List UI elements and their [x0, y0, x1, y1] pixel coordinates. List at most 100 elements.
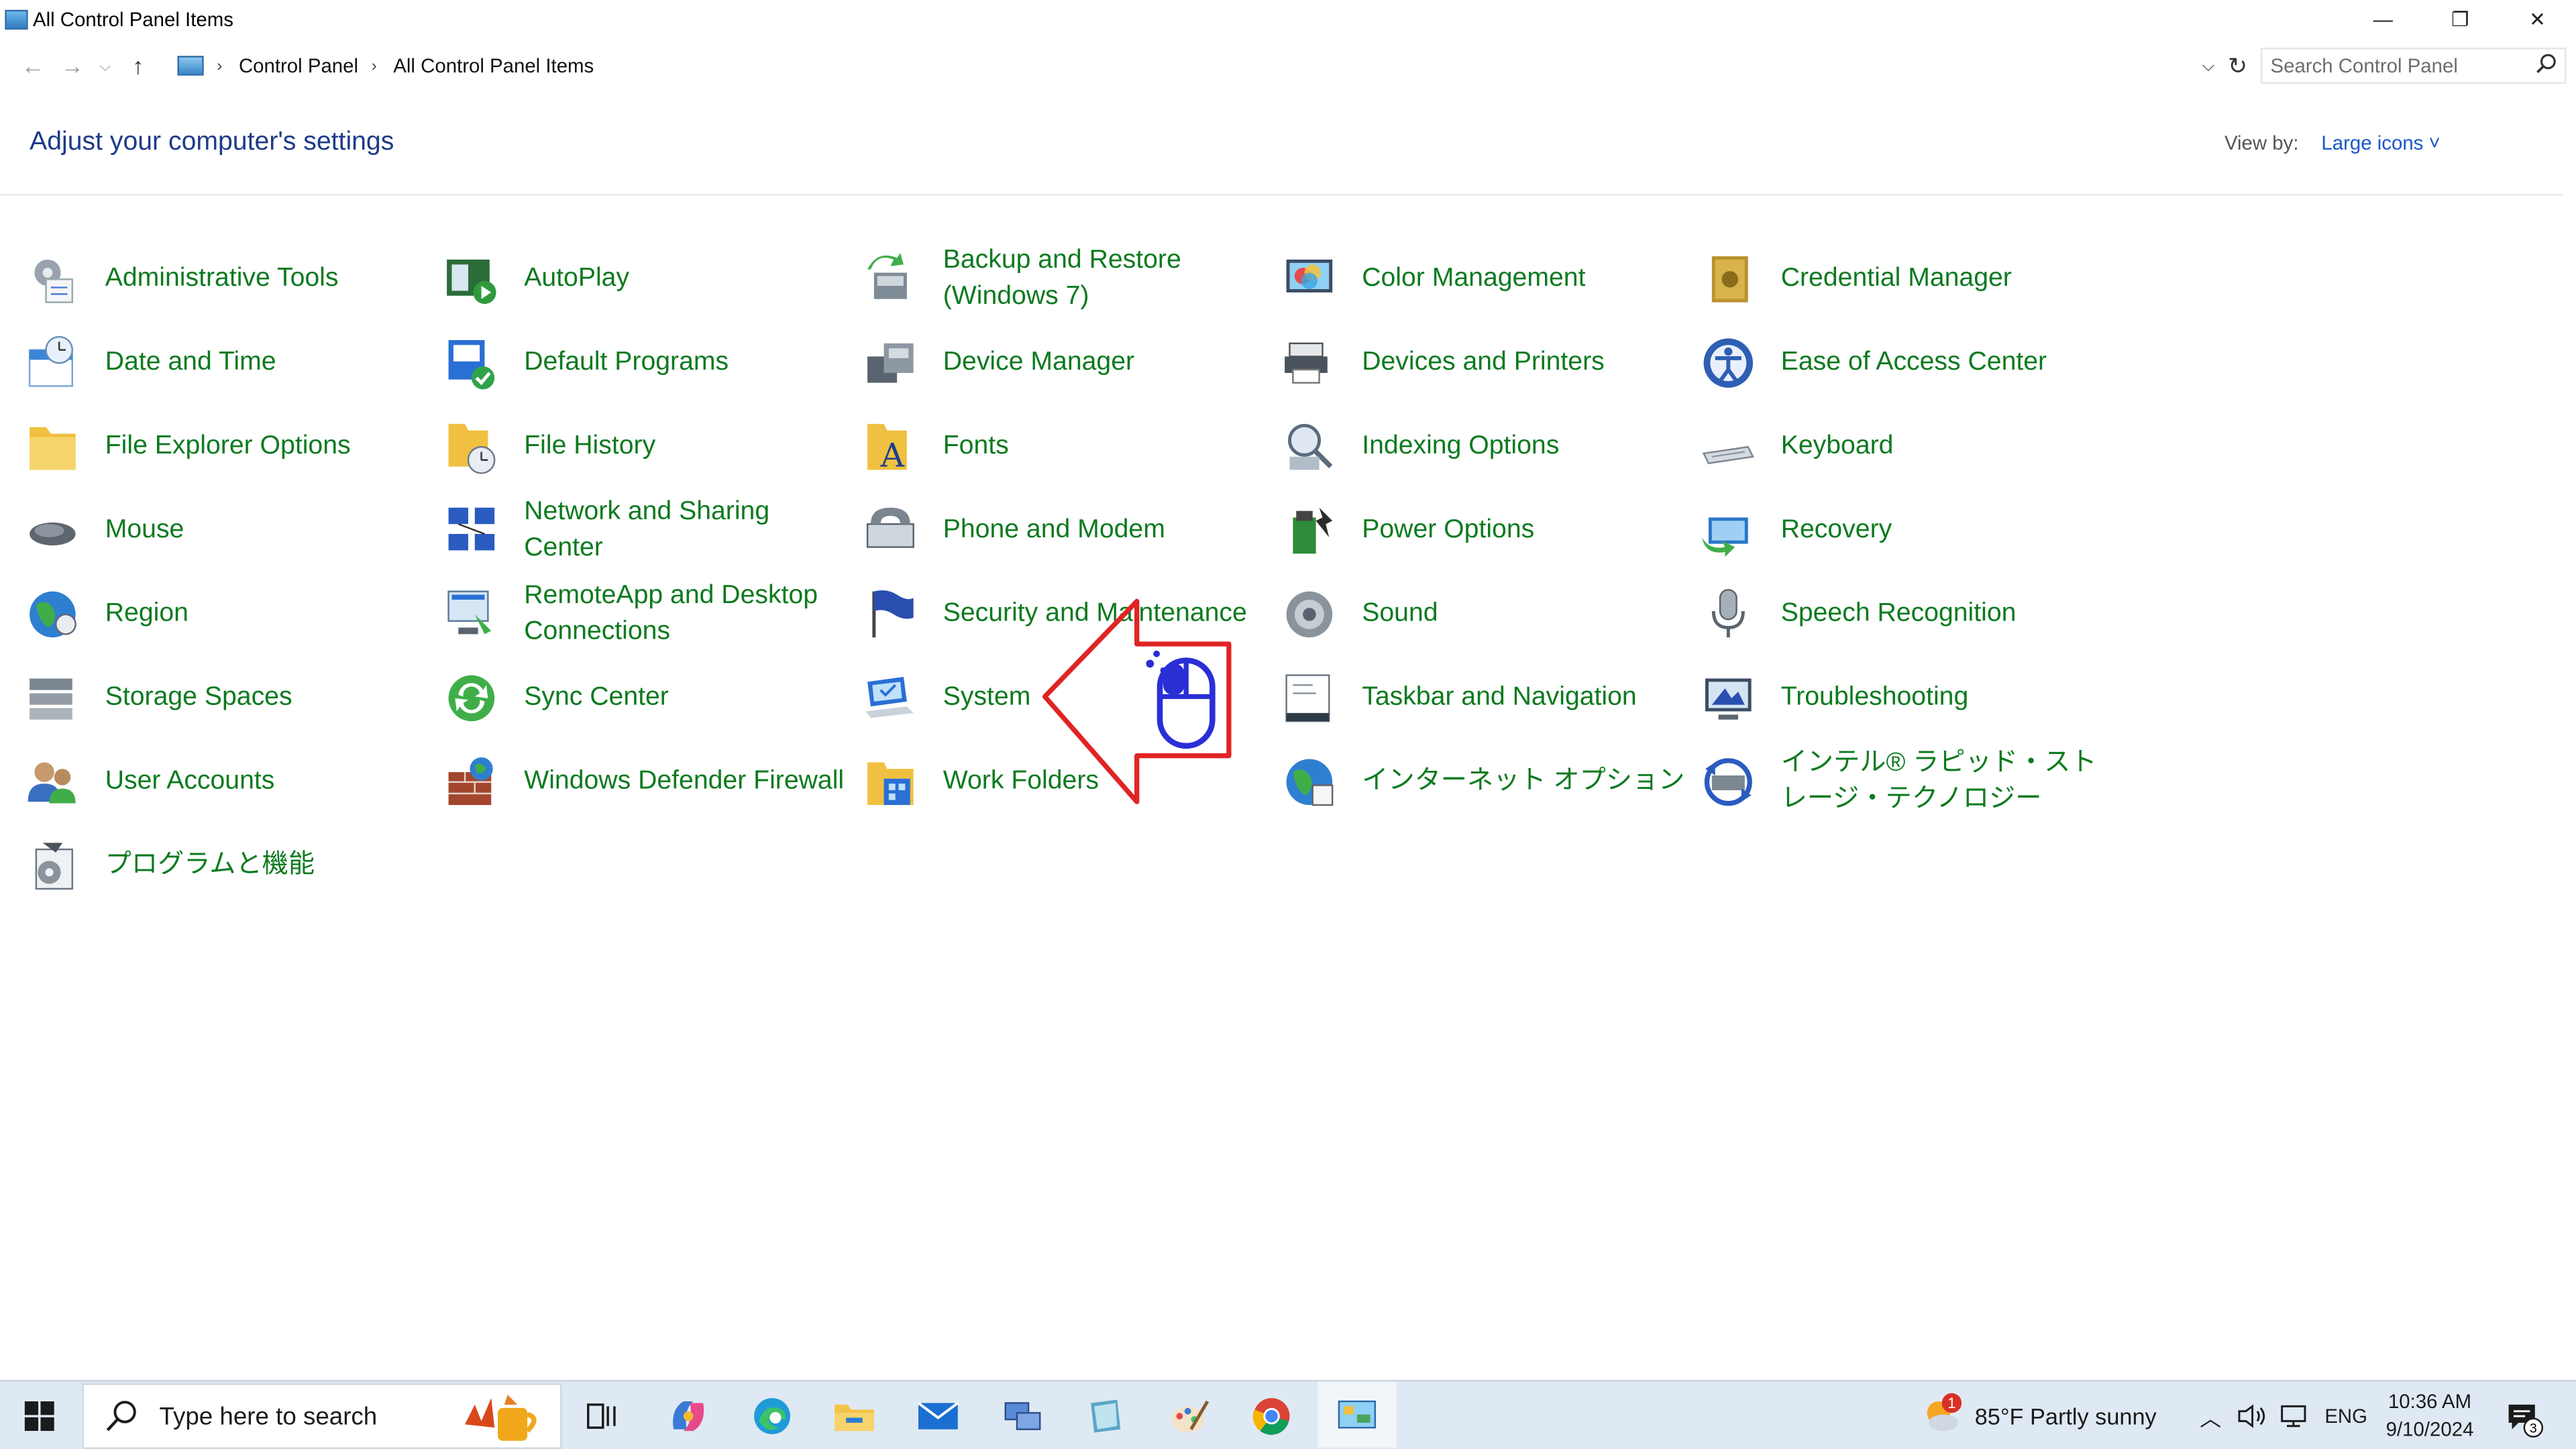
clock[interactable]: 10:36 AM 9/10/2024 — [2379, 1388, 2481, 1444]
network-app-icon[interactable] — [994, 1388, 1050, 1444]
tablet-app-icon[interactable] — [1078, 1388, 1134, 1444]
control-panel-item-label[interactable]: Devices and Printers — [1362, 344, 1605, 380]
control-panel-item[interactable]: Phone and Modem — [861, 488, 1279, 572]
control-panel-item-label[interactable]: Storage Spaces — [105, 680, 292, 716]
breadcrumb-separator-icon[interactable]: › — [372, 56, 377, 74]
control-panel-item-label[interactable]: Power Options — [1362, 512, 1534, 548]
control-panel-item[interactable]: Backup and Restore (Windows 7) — [861, 237, 1279, 321]
control-panel-item-label[interactable]: プログラムと機能 — [105, 847, 315, 883]
control-panel-item[interactable]: Mouse — [23, 488, 441, 572]
edge-browser-icon[interactable] — [744, 1388, 800, 1444]
breadcrumb-separator-icon[interactable]: › — [217, 56, 222, 74]
control-panel-item-label[interactable]: Region — [105, 596, 189, 632]
mail-icon[interactable] — [910, 1388, 966, 1444]
start-button[interactable] — [0, 1382, 79, 1449]
control-panel-item[interactable]: Network and Sharing Center — [442, 488, 861, 572]
control-panel-item-label[interactable]: インテル® ラピッド・ストレージ・テクノロジー — [1781, 745, 2110, 818]
breadcrumb-control-panel[interactable]: Control Panel — [239, 54, 358, 77]
control-panel-item[interactable]: Date and Time — [23, 321, 441, 405]
network-status-icon[interactable] — [2279, 1403, 2312, 1429]
show-hidden-icons-chevron-icon[interactable]: ︿ — [2200, 1382, 2221, 1449]
control-panel-item[interactable]: Device Manager — [861, 321, 1279, 405]
control-panel-item[interactable]: インテル® ラピッド・ストレージ・テクノロジー — [1699, 739, 2117, 823]
control-panel-item[interactable]: Devices and Printers — [1280, 321, 1699, 405]
file-explorer-icon[interactable] — [826, 1388, 882, 1444]
control-panel-item[interactable]: Taskbar and Navigation — [1280, 655, 1699, 739]
control-panel-item[interactable]: Troubleshooting — [1699, 655, 2117, 739]
paint-app-icon[interactable] — [1161, 1388, 1217, 1444]
weather-text[interactable]: 85°F Partly sunny — [1975, 1382, 2157, 1449]
control-panel-item-label[interactable]: File History — [524, 428, 655, 464]
recent-locations-chevron-icon[interactable]: ⌵ — [92, 46, 118, 86]
back-arrow-icon[interactable]: ← — [13, 46, 53, 86]
control-panel-item-label[interactable]: Indexing Options — [1362, 428, 1559, 464]
refresh-icon[interactable]: ↻ — [2221, 48, 2254, 84]
control-panel-item-label[interactable]: Network and Sharing Center — [524, 494, 853, 566]
control-panel-item[interactable]: File History — [442, 404, 861, 488]
control-panel-item[interactable]: Color Management — [1280, 237, 1699, 321]
control-panel-item-label[interactable]: Recovery — [1781, 512, 1892, 548]
control-panel-item-label[interactable]: Fonts — [943, 428, 1009, 464]
copilot-icon[interactable] — [660, 1388, 716, 1444]
control-panel-item-label[interactable]: AutoPlay — [524, 260, 629, 297]
control-panel-item-label[interactable]: User Accounts — [105, 763, 275, 800]
control-panel-item[interactable]: Ease of Access Center — [1699, 321, 2117, 405]
control-panel-item[interactable]: A Fonts — [861, 404, 1279, 488]
control-panel-item[interactable]: Credential Manager — [1699, 237, 2117, 321]
control-panel-item-label[interactable]: Credential Manager — [1781, 260, 2012, 297]
forward-arrow-icon[interactable]: → — [52, 46, 92, 86]
control-panel-item-label[interactable]: インターネット オプション — [1362, 763, 1684, 800]
control-panel-item-label[interactable]: Sync Center — [524, 680, 669, 716]
control-panel-item-label[interactable]: Ease of Access Center — [1781, 344, 2047, 380]
control-panel-item-label[interactable]: Sound — [1362, 596, 1438, 632]
control-panel-item-label[interactable]: Speech Recognition — [1781, 596, 2017, 632]
minimize-button[interactable]: — — [2345, 0, 2422, 40]
control-panel-item[interactable]: Recovery — [1699, 488, 2117, 572]
control-panel-item-label[interactable]: Color Management — [1362, 260, 1585, 297]
control-panel-item[interactable]: Region — [23, 572, 441, 655]
control-panel-item-label[interactable]: Troubleshooting — [1781, 680, 1969, 716]
address-bar[interactable]: › Control Panel › All Control Panel Item… — [171, 48, 2221, 84]
control-panel-taskbar-button[interactable] — [1318, 1381, 1397, 1448]
control-panel-item[interactable]: Sound — [1280, 572, 1699, 655]
taskbar-search-box[interactable]: Type here to search — [82, 1383, 562, 1449]
control-panel-item[interactable]: プログラムと機能 — [23, 823, 441, 907]
control-panel-item[interactable]: Keyboard — [1699, 404, 2117, 488]
control-panel-item-label[interactable]: Taskbar and Navigation — [1362, 680, 1637, 716]
close-button[interactable]: ✕ — [2499, 0, 2576, 40]
breadcrumb-all-items[interactable]: All Control Panel Items — [393, 54, 594, 77]
control-panel-item[interactable]: Default Programs — [442, 321, 861, 405]
task-view-icon[interactable] — [575, 1388, 631, 1444]
control-panel-item-label[interactable]: Keyboard — [1781, 428, 1894, 464]
control-panel-item[interactable]: File Explorer Options — [23, 404, 441, 488]
control-panel-item-label[interactable]: Backup and Restore (Windows 7) — [943, 242, 1272, 315]
control-panel-item-label[interactable]: Windows Defender Firewall — [524, 763, 844, 800]
control-panel-item[interactable]: Sync Center — [442, 655, 861, 739]
control-panel-item[interactable]: インターネット オプション — [1280, 739, 1699, 823]
control-panel-item-label[interactable]: Phone and Modem — [943, 512, 1165, 548]
control-panel-item[interactable]: Power Options — [1280, 488, 1699, 572]
control-panel-item-label[interactable]: Administrative Tools — [105, 260, 339, 297]
control-panel-item-label[interactable]: Date and Time — [105, 344, 276, 380]
control-panel-item-label[interactable]: System — [943, 680, 1031, 716]
chrome-browser-icon[interactable] — [1244, 1388, 1299, 1444]
address-dropdown-chevron-icon[interactable]: ⌵ — [2202, 56, 2215, 74]
control-panel-item[interactable]: Storage Spaces — [23, 655, 441, 739]
control-panel-item[interactable]: AutoPlay — [442, 237, 861, 321]
control-panel-item-label[interactable]: File Explorer Options — [105, 428, 351, 464]
restore-button[interactable]: ❐ — [2422, 0, 2499, 40]
control-panel-item-label[interactable]: Default Programs — [524, 344, 729, 380]
control-panel-item-label[interactable]: Mouse — [105, 512, 184, 548]
language-indicator[interactable]: ENG — [2324, 1382, 2367, 1449]
control-panel-item[interactable]: User Accounts — [23, 739, 441, 823]
control-panel-item-label[interactable]: RemoteApp and Desktop Connections — [524, 578, 853, 650]
control-panel-item[interactable]: RemoteApp and Desktop Connections — [442, 572, 861, 655]
view-by-dropdown[interactable]: Large icons ˅ — [2321, 131, 2440, 154]
control-panel-item-label[interactable]: Device Manager — [943, 344, 1134, 380]
control-panel-item[interactable]: Windows Defender Firewall — [442, 739, 861, 823]
volume-icon[interactable] — [2236, 1403, 2269, 1429]
control-panel-item[interactable]: Indexing Options — [1280, 404, 1699, 488]
search-input[interactable]: Search Control Panel — [2260, 48, 2567, 84]
control-panel-item[interactable]: Administrative Tools — [23, 237, 441, 321]
control-panel-item[interactable]: Speech Recognition — [1699, 572, 2117, 655]
